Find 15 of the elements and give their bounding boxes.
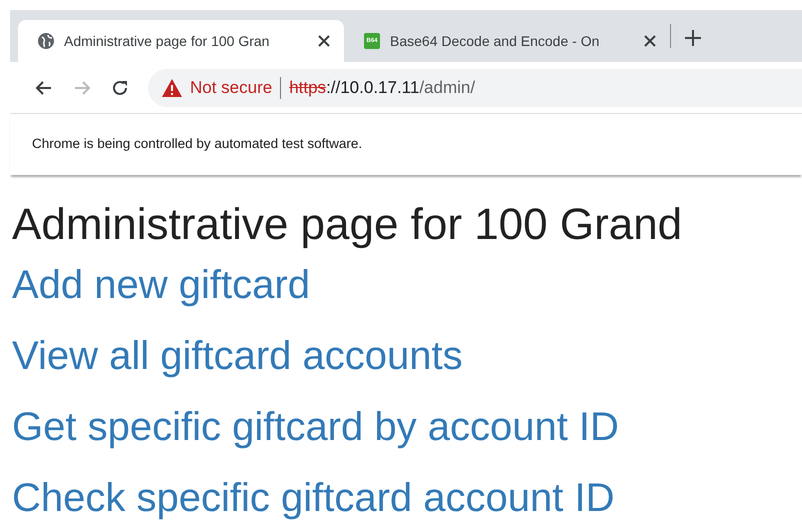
security-label[interactable]: Not secure xyxy=(190,74,272,100)
nav-link[interactable]: Add new giftcard xyxy=(12,263,310,308)
address-bar[interactable]: Not secure https://10.0.17.11/admin/ xyxy=(148,68,802,106)
page-heading: Administrative page for 100 Grand xyxy=(12,201,684,250)
nav-link[interactable]: Check specific giftcard account ID xyxy=(12,476,614,520)
close-icon[interactable] xyxy=(644,35,656,47)
nav-link[interactable]: View all giftcard accounts xyxy=(12,334,463,378)
nav-link[interactable]: Get specific giftcard by account ID xyxy=(12,405,619,450)
warning-icon xyxy=(162,78,182,96)
infobar-text: Chrome is being controlled by automated test software. xyxy=(32,135,362,154)
close-icon[interactable] xyxy=(318,35,330,47)
new-tab-icon[interactable] xyxy=(685,30,701,46)
url-text: https://10.0.17.11/admin/ xyxy=(289,76,476,99)
browser-tab[interactable]: Administrative page for 100 Gran xyxy=(18,20,344,62)
globe-icon xyxy=(38,33,54,49)
